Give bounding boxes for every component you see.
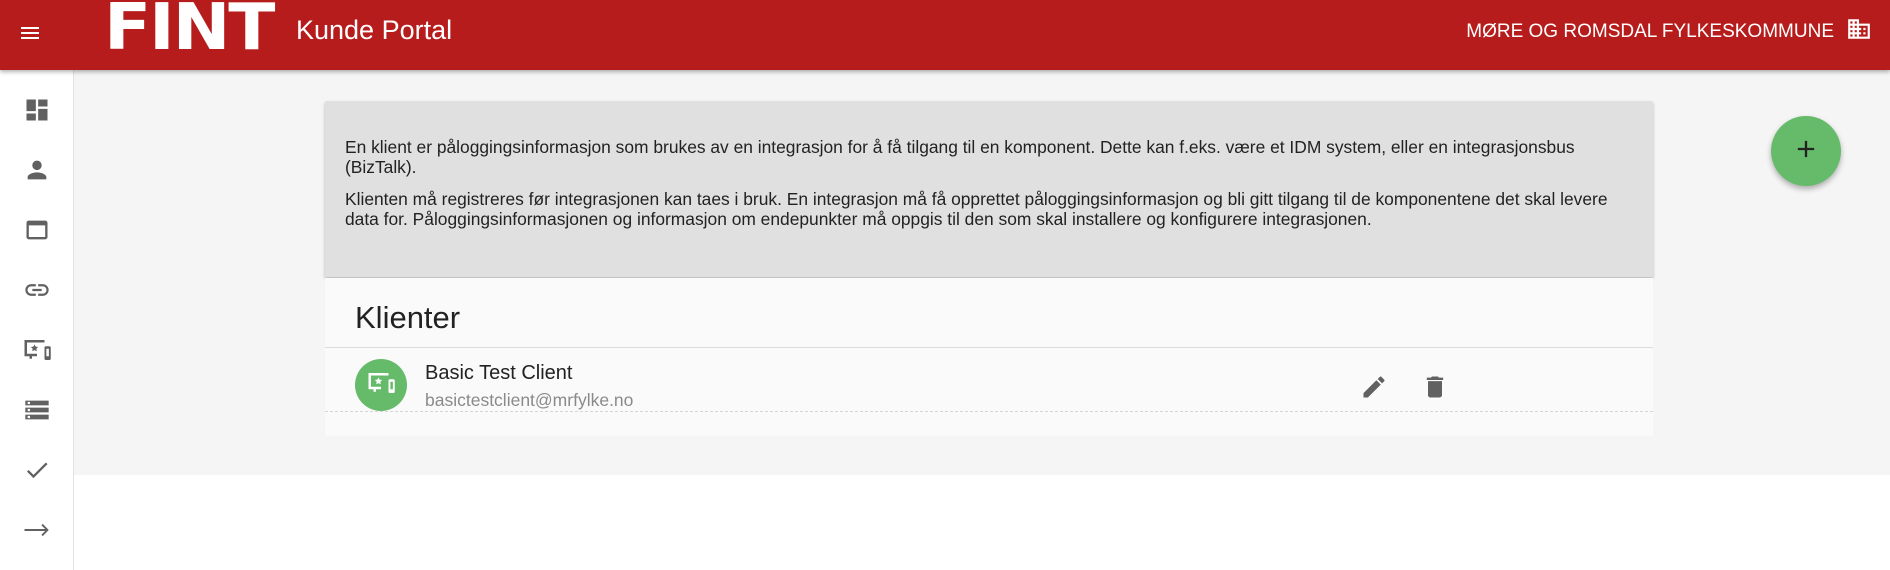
fint-logo[interactable]: FINT [104,0,275,60]
client-list-item[interactable]: Basic Test Client basictestclient@mrfylk… [325,348,1653,412]
edit-client-button[interactable] [1356,371,1392,407]
sidebar-item-clients[interactable] [0,322,74,382]
window-icon [23,216,51,249]
dashboard-icon [23,96,51,129]
client-name: Basic Test Client [425,362,573,384]
sidebar-item-logout[interactable] [0,502,74,562]
sidebar-nav [0,70,74,570]
sidebar-item-links[interactable] [0,262,74,322]
client-email: basictestclient@mrfylke.no [425,390,634,410]
check-icon [23,456,51,489]
info-paragraph-1: En klient er påloggingsinformasjon som b… [345,137,1575,177]
clients-panel: Klienter Basic Test Client basictestclie… [325,278,1653,436]
add-client-button[interactable] [1771,116,1841,186]
app-bar: FINT Kunde Portal MØRE OG ROMSDAL FYLKES… [0,0,1890,70]
sidebar-item-dashboard[interactable] [0,82,74,142]
link-icon [23,276,51,309]
arrow-right-icon [22,515,52,550]
hamburger-menu-icon [18,21,42,50]
delete-icon [1421,373,1449,406]
sidebar-item-adapters[interactable] [0,382,74,442]
storage-icon [23,396,51,429]
delete-client-button[interactable] [1417,371,1453,407]
organization-selector[interactable]: MØRE OG ROMSDAL FYLKESKOMMUNE [1466,16,1872,47]
info-paragraph-2: Klienten må registreres før integrasjone… [345,189,1608,229]
sidebar-item-contacts[interactable] [0,142,74,202]
portal-title: Kunde Portal [296,15,453,45]
client-devices-icon [366,368,396,403]
client-devices-icon [22,335,52,370]
clients-heading: Klienter [355,300,461,335]
sidebar-item-components[interactable] [0,202,74,262]
building-icon [1846,16,1872,47]
organization-name: MØRE OG ROMSDAL FYLKESKOMMUNE [1466,20,1834,42]
info-card: En klient er påloggingsinformasjon som b… [325,101,1653,277]
sidebar-item-access[interactable] [0,442,74,502]
edit-icon [1360,373,1388,406]
person-icon [23,156,51,189]
menu-button[interactable] [10,15,50,55]
client-avatar [355,359,407,411]
plus-icon [1792,135,1820,168]
